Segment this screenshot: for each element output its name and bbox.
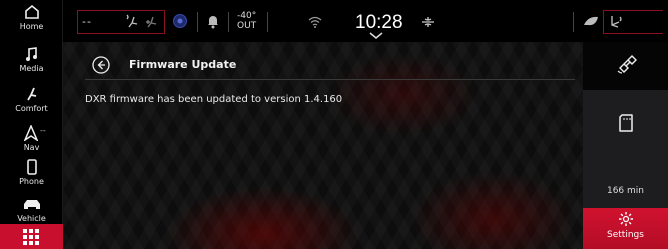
nav-distance: -- [40, 126, 46, 135]
chevron-down-icon[interactable] [369, 32, 383, 40]
sidebar-item-label: Home [19, 22, 44, 31]
notification-bell-icon[interactable] [206, 13, 220, 29]
climate-seat-controls[interactable]: -- [77, 10, 165, 34]
right-panel: 166 min Settings [583, 42, 668, 249]
page-title: Firmware Update [129, 58, 237, 71]
ventilated-seat-icon[interactable] [144, 14, 160, 30]
heated-seat-icon[interactable] [125, 14, 141, 30]
outside-temperature-value: -40° [237, 11, 257, 21]
sidebar-item-label: Media [19, 64, 44, 73]
divider [267, 12, 268, 32]
gear-icon [619, 212, 633, 226]
satellite-icon [617, 55, 637, 74]
outside-temperature: -40° OUT [237, 11, 257, 31]
battery-time-tile[interactable]: 166 min [583, 90, 668, 208]
sd-card-icon [619, 114, 633, 132]
sidebar-item-vehicle[interactable]: Vehicle [0, 195, 63, 223]
divider [228, 12, 229, 32]
divider [197, 12, 198, 32]
music-note-icon [25, 47, 37, 61]
sidebar: Home Media Comfort -- Nav Phone Vehicle [0, 0, 63, 249]
phone-icon [26, 159, 37, 175]
passenger-heated-seat-icon[interactable] [608, 14, 624, 30]
page-header: Firmware Update [85, 52, 575, 80]
top-bar: -- -40° OUT 10:28 [63, 0, 668, 42]
fan-icon[interactable] [421, 15, 435, 29]
sidebar-item-label: Phone [19, 177, 44, 186]
time-remaining-label: 166 min [606, 186, 644, 196]
divider [573, 12, 574, 32]
navigation-arrow-icon [24, 125, 38, 141]
sidebar-item-label: Nav [23, 143, 40, 152]
settings-label: Settings [607, 230, 644, 240]
sidebar-item-label: Comfort [15, 104, 48, 113]
passenger-seat-controls[interactable] [603, 10, 663, 34]
left-temperature-value: -- [82, 15, 92, 28]
home-icon [24, 4, 39, 19]
vehicle-icon [23, 200, 40, 209]
firmware-status-message: DXR firmware has been updated to version… [85, 94, 343, 105]
sidebar-item-media[interactable]: Media [0, 45, 63, 73]
apps-button[interactable] [0, 224, 63, 249]
back-button[interactable] [92, 56, 110, 74]
clock: 10:28 [355, 12, 403, 33]
sidebar-item-nav[interactable]: -- Nav [0, 124, 63, 152]
sidebar-item-phone[interactable]: Phone [0, 158, 63, 186]
sidebar-item-label: Vehicle [17, 214, 46, 223]
connectivity-tile[interactable] [583, 42, 668, 90]
seat-icon [26, 87, 36, 101]
sidebar-item-comfort[interactable]: Comfort [0, 85, 63, 113]
sidebar-item-home[interactable]: Home [0, 3, 63, 31]
wifi-icon [308, 16, 322, 28]
eco-leaf-icon[interactable] [582, 15, 600, 29]
outside-temperature-unit: OUT [237, 21, 257, 31]
apps-grid-icon [23, 229, 39, 245]
auto-climate-icon[interactable] [172, 13, 188, 29]
settings-button[interactable]: Settings [583, 208, 668, 249]
